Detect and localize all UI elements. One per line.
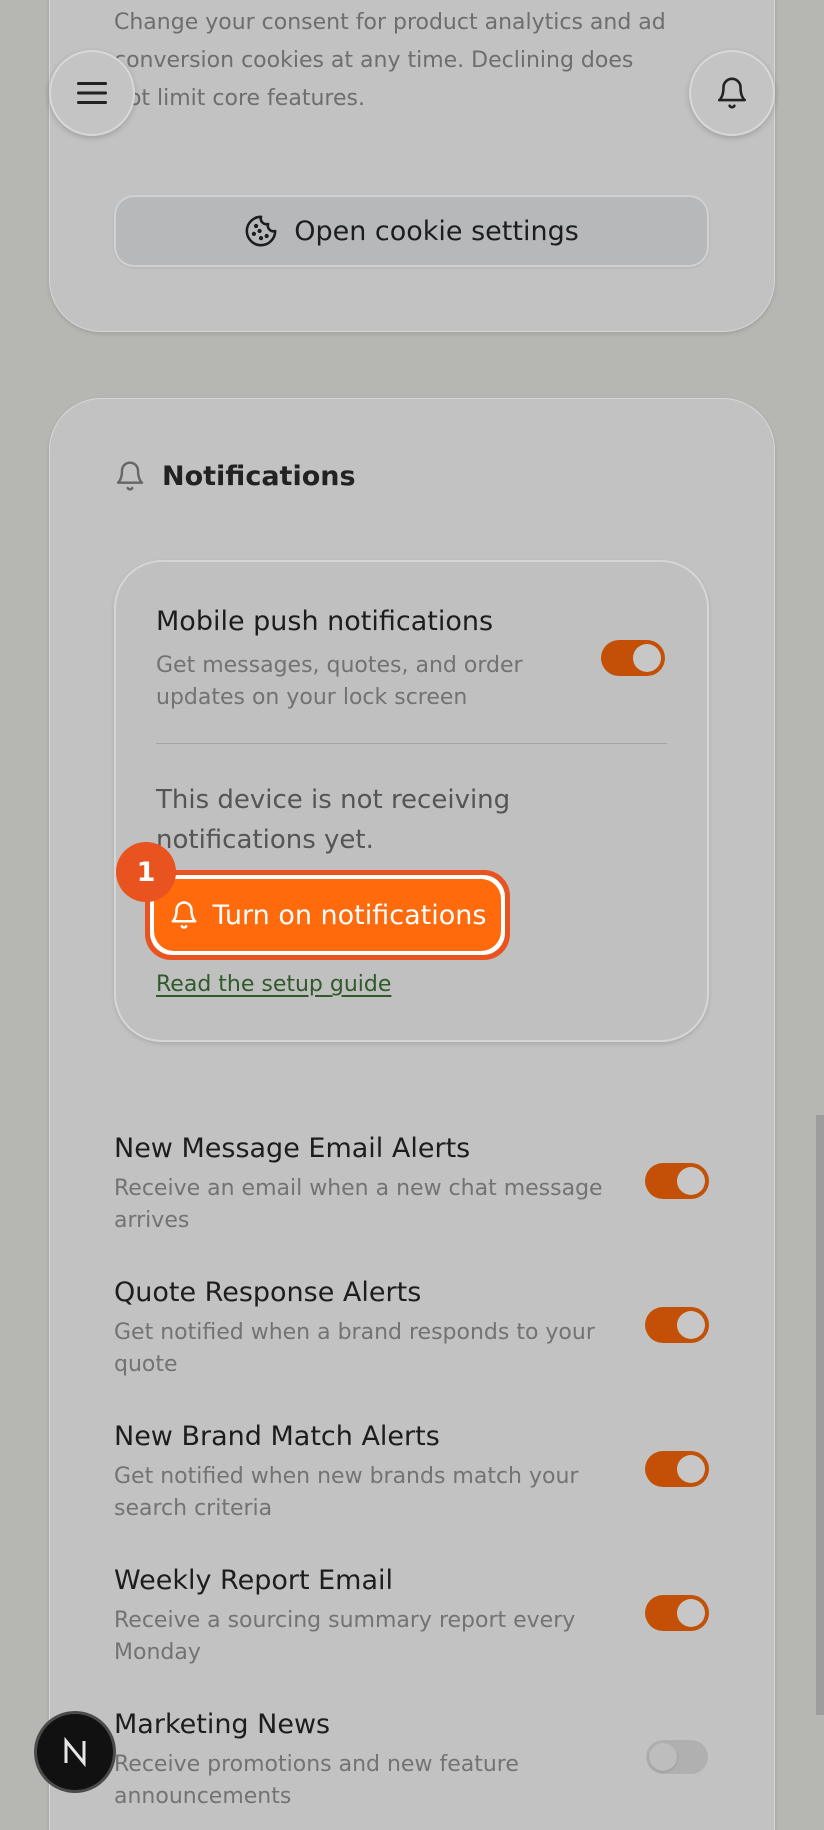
menu-button[interactable] <box>49 50 135 136</box>
push-title: Mobile push notifications <box>156 606 494 637</box>
setup-guide-link[interactable]: Read the setup guide <box>156 972 391 997</box>
push-description: Get messages, quotes, and order updates … <box>156 653 523 710</box>
n-logo <box>64 1737 86 1767</box>
toggle-knob <box>677 1167 705 1195</box>
notifications-bell-button[interactable] <box>689 50 775 136</box>
bell-icon <box>171 901 197 929</box>
toggle-knob <box>633 644 661 672</box>
new-message-email-toggle[interactable] <box>645 1163 709 1199</box>
divider <box>156 743 667 744</box>
push-notifications-panel: Mobile push notifications Get messages, … <box>114 560 709 1042</box>
cookie-icon <box>245 215 277 247</box>
open-cookie-settings-label: Open cookie settings <box>294 215 579 247</box>
marketing-news-toggle[interactable] <box>645 1739 709 1775</box>
new-brand-match-toggle[interactable] <box>645 1451 709 1487</box>
open-cookie-settings-button[interactable]: Open cookie settings <box>114 195 709 267</box>
focus-ring-inner: Turn on notifications <box>150 875 505 955</box>
bell-icon <box>717 77 747 109</box>
pref-description: Get notified when new brands match your … <box>114 1464 579 1521</box>
turn-on-notifications-button[interactable]: Turn on notifications <box>154 879 501 951</box>
push-status-text: This device is not receiving notificatio… <box>156 785 511 855</box>
toggle-knob <box>677 1455 705 1483</box>
quote-response-toggle[interactable] <box>645 1307 709 1343</box>
menu-icon <box>77 82 107 104</box>
notifications-card: Notifications Mobile push notifications … <box>49 398 775 1830</box>
toggle-knob <box>677 1311 705 1339</box>
push-toggle[interactable] <box>601 640 665 676</box>
bell-icon <box>116 461 144 491</box>
pref-title: New Message Email Alerts <box>114 1133 471 1164</box>
scrollbar[interactable] <box>816 1115 824 1715</box>
cookie-consent-card: Change your consent for product analytic… <box>49 0 775 332</box>
notifications-heading-label: Notifications <box>162 460 356 492</box>
notifications-heading: Notifications <box>114 460 356 492</box>
weekly-report-toggle[interactable] <box>645 1595 709 1631</box>
toggle-knob <box>677 1599 705 1627</box>
pref-title: Weekly Report Email <box>114 1565 394 1596</box>
pref-description: Receive a sourcing summary report every … <box>114 1608 576 1665</box>
step-badge: 1 <box>116 842 176 902</box>
pref-description: Get notified when a brand responds to yo… <box>114 1320 595 1377</box>
pref-title: Marketing News <box>114 1709 331 1740</box>
n-logo-button[interactable] <box>37 1714 113 1790</box>
turn-on-notifications-label: Turn on notifications <box>212 899 487 931</box>
turn-on-notifications-focus-ring: Turn on notifications <box>145 870 510 960</box>
pref-title: Quote Response Alerts <box>114 1277 422 1308</box>
pref-title: New Brand Match Alerts <box>114 1421 440 1452</box>
consent-description: Change your consent for product analytic… <box>114 10 666 111</box>
pref-description: Receive promotions and new feature annou… <box>114 1752 519 1809</box>
pref-description: Receive an email when a new chat message… <box>114 1176 603 1233</box>
toggle-knob <box>649 1743 677 1771</box>
